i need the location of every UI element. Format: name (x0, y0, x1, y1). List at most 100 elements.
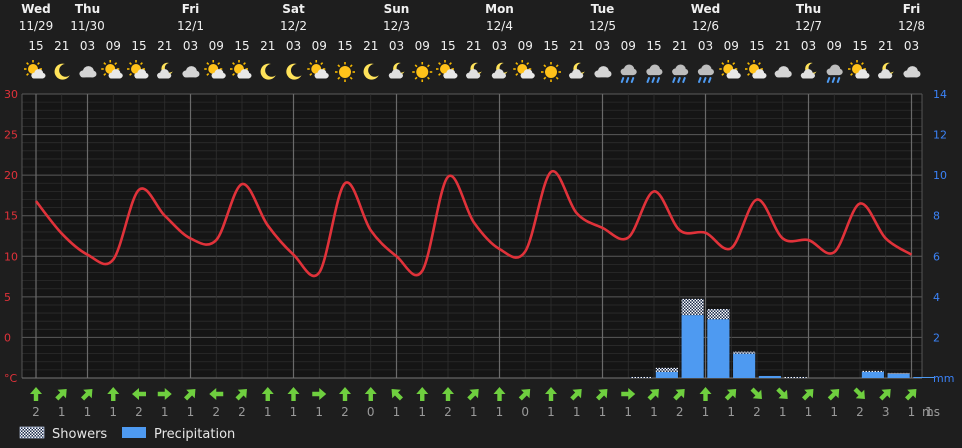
partly-sunny-icon (848, 60, 870, 79)
clear-night-icon (54, 63, 70, 80)
right-axis-tick: 12 (933, 129, 947, 142)
partly-cloudy-night-icon (800, 62, 817, 79)
hour-label: 09 (415, 39, 430, 53)
wind-arrow-icon (570, 389, 582, 401)
wind-speed-label: 1 (547, 405, 555, 419)
wind-speed-label: 1 (908, 405, 916, 419)
wind-speed-label: 1 (779, 405, 787, 419)
showers-legend-label: Showers (52, 427, 107, 442)
wind-arrow-icon (621, 388, 636, 400)
wind-arrow-icon (442, 387, 454, 401)
hour-label: 09 (209, 39, 224, 53)
wind-speed-label: 1 (418, 405, 426, 419)
wind-speed-label: 1 (393, 405, 401, 419)
hour-label: 15 (646, 39, 661, 53)
day-date-label: 12/7 (795, 19, 822, 33)
hour-label: 15 (852, 39, 867, 53)
wind-speed-label: 0 (367, 405, 375, 419)
day-name-label: Wed (691, 2, 721, 16)
hour-label: 03 (286, 39, 301, 53)
partly-cloudy-night-icon (491, 62, 508, 79)
left-axis-tick: 5 (4, 291, 11, 304)
hour-label: 15 (28, 39, 43, 53)
precipitation-bar (707, 319, 730, 378)
wind-arrow-icon (30, 387, 42, 401)
partly-sunny-icon (127, 60, 149, 79)
partly-sunny-icon (101, 60, 123, 79)
left-axis-tick: °C (4, 372, 18, 385)
wind-speed-label: 2 (212, 405, 220, 419)
showers-bar (630, 376, 653, 378)
hour-label: 09 (827, 39, 842, 53)
wind-arrow-icon (776, 387, 788, 399)
partly-cloudy-night-icon (388, 62, 405, 79)
wind-speed-label: 1 (290, 405, 298, 419)
right-axis-tick: 14 (933, 88, 947, 101)
legend: Showers Precipitation (19, 426, 235, 442)
wind-arrow-icon (339, 387, 351, 401)
wind-speed-label: 1 (58, 405, 66, 419)
showers-bar (887, 372, 910, 374)
cloudy-icon (79, 66, 97, 78)
rain-icon (620, 64, 637, 83)
wind-speed-label: 2 (32, 405, 40, 419)
day-name-label: Thu (75, 2, 100, 16)
wind-arrow-icon (673, 389, 685, 401)
hour-label: 09 (106, 39, 121, 53)
plot-background (22, 94, 922, 378)
sunny-icon (335, 62, 355, 82)
hour-label: 03 (183, 39, 198, 53)
showers-bar (861, 370, 884, 372)
wind-arrow-icon (545, 387, 557, 401)
showers-bar (707, 309, 730, 320)
sunny-icon (541, 62, 561, 82)
wind-speed-label: 1 (805, 405, 813, 419)
wind-arrow-icon (364, 387, 377, 401)
partly-cloudy-night-icon (878, 62, 894, 79)
wind-arrow-icon (699, 387, 712, 401)
left-axis-tick: 0 (4, 331, 11, 344)
day-date-label: 11/29 (19, 19, 54, 33)
partly-sunny-icon (719, 60, 741, 79)
wind-arrow-icon (157, 388, 172, 400)
hour-label: 15 (749, 39, 764, 53)
day-date-label: 12/2 (280, 19, 307, 33)
clear-night-icon (260, 63, 276, 80)
showers-bar (681, 298, 704, 316)
hour-label: 21 (672, 39, 687, 53)
right-axis-tick: mm (933, 372, 954, 385)
partly-sunny-icon (230, 60, 252, 79)
wind-speed-label: 2 (856, 405, 864, 419)
showers-bar (784, 376, 807, 378)
cloudy-icon (182, 66, 200, 78)
day-name-label: Tue (591, 2, 615, 16)
wind-arrow-icon (132, 388, 146, 400)
wind-speed-label: 3 (882, 405, 890, 419)
hour-label: 09 (724, 39, 739, 53)
hour-label: 15 (131, 39, 146, 53)
wind-arrow-icon (493, 387, 506, 401)
wind-arrow-icon (312, 388, 327, 400)
partly-sunny-icon (513, 60, 535, 79)
hour-label: 09 (312, 39, 327, 53)
wind-arrow-icon (801, 389, 814, 401)
partly-sunny-icon (307, 60, 329, 79)
precipitation-bar (733, 353, 756, 378)
sunny-icon (412, 62, 433, 82)
hour-label: 21 (54, 39, 69, 53)
hour-labels-row: 15 21 03 09 15 21 03 09 15 21 03 09 15 21 03 09 15 21 03 09… (28, 39, 919, 53)
partly-cloudy-night-icon (157, 62, 173, 79)
hour-label: 21 (260, 39, 275, 53)
cloudy-icon (774, 66, 792, 78)
hour-label: 21 (878, 39, 893, 53)
hour-label: 15 (337, 39, 352, 53)
left-axis-tick: 30 (4, 88, 18, 101)
hour-label: 21 (466, 39, 481, 53)
wind-speed-label: 1 (727, 405, 735, 419)
wind-arrow-icon (80, 389, 93, 401)
left-axis-tick: 15 (4, 210, 18, 223)
day-date-label: 12/3 (383, 19, 410, 33)
left-axis-tick: 25 (4, 129, 18, 142)
wind-arrow-icon (287, 387, 300, 401)
day-date-label: 12/5 (589, 19, 616, 33)
